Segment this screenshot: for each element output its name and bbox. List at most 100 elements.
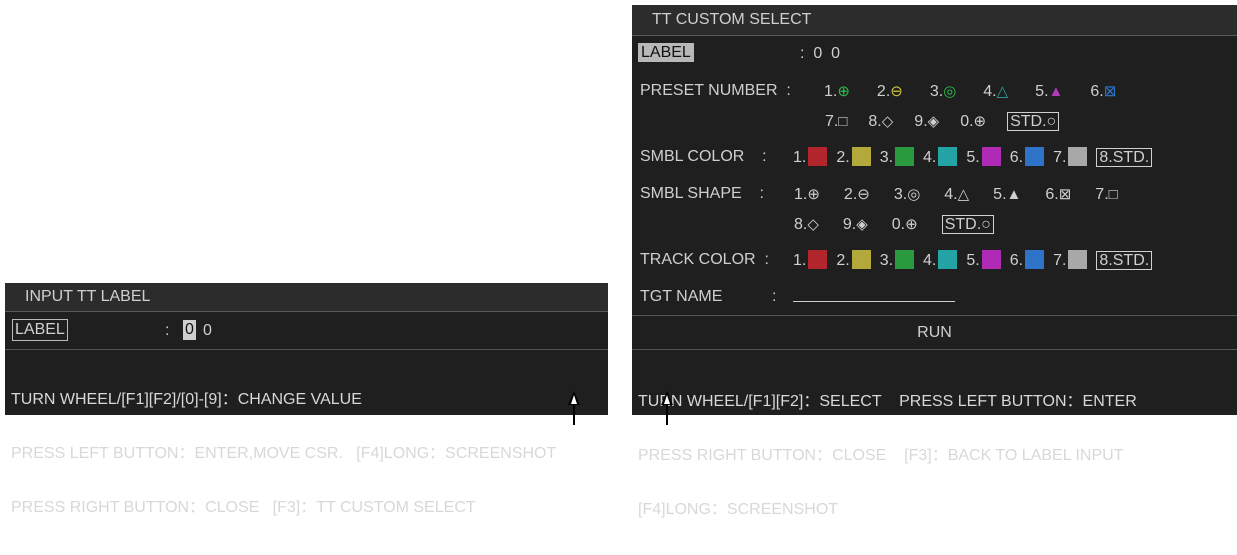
track-color-option[interactable]: 4. [923, 250, 958, 270]
label-digit-2[interactable]: 0 [203, 322, 212, 340]
preset-option[interactable]: 7.□ [825, 113, 847, 131]
color-swatch-icon [851, 147, 871, 166]
preset-std-option[interactable]: STD.○ [1007, 112, 1060, 131]
smbl-shape-option[interactable]: 6.⊠ [1045, 185, 1071, 204]
track-color-option-number: 3. [879, 252, 894, 269]
smbl-shape-option-number: 0. [891, 216, 906, 233]
label-digit-cursor[interactable]: 0 [183, 320, 196, 340]
track-color-option-number: 4. [923, 252, 937, 269]
help-line-2: PRESS LEFT BUTTON：ENTER,MOVE CSR. [F4]LO… [11, 445, 557, 462]
symbol-icon: ◎ [943, 83, 957, 100]
smbl-color-option[interactable]: 6. [1009, 147, 1045, 167]
smbl-shape-option-number: 6. [1045, 186, 1059, 203]
preset-option[interactable]: 5.▲ [1035, 83, 1063, 101]
run-label: RUN [917, 324, 952, 341]
color-swatch-icon [938, 147, 958, 166]
color-swatch-icon [895, 147, 915, 166]
preset-option-number: 9. [914, 113, 928, 130]
smbl-shape-option[interactable]: 3.◎ [894, 185, 920, 204]
input-tt-label-dialog: INPUT TT LABEL LABEL : 0 0 TURN WHEEL/[F… [5, 283, 608, 516]
smbl-color-option[interactable]: 4. [923, 147, 958, 167]
divider [5, 349, 608, 350]
smbl-shape-std-option[interactable]: STD.○ [941, 215, 994, 234]
label-row[interactable]: LABEL [638, 43, 694, 62]
dialog-title: INPUT TT LABEL [25, 288, 151, 305]
smbl-color-option[interactable]: 2. [836, 147, 871, 167]
smbl-shape-option[interactable]: 4.△ [944, 185, 969, 204]
preset-number-caption: PRESET NUMBER : [640, 82, 791, 99]
symbol-icon: ⊠ [1058, 186, 1072, 203]
preset-option[interactable]: 6.⊠ [1090, 82, 1116, 101]
tt-custom-select-dialog: TT CUSTOM SELECT LABEL : 0 0 PRESET NUMB… [632, 5, 1237, 518]
symbol-icon: ⊖ [890, 83, 903, 100]
color-swatch-icon [1025, 250, 1045, 269]
help-text: TURN WHEEL/[F1][F2]：SELECT PRESS LEFT BU… [638, 357, 1137, 555]
track-color-option[interactable]: 6. [1010, 250, 1045, 270]
symbol-icon: □ [1108, 186, 1118, 203]
smbl-shape-option[interactable]: 2.⊖ [844, 185, 870, 204]
track-color-std-option[interactable]: 8.STD. [1096, 251, 1153, 270]
smbl-shape-option[interactable]: 5.▲ [993, 186, 1021, 204]
symbol-icon: ⊕ [807, 186, 820, 203]
symbol-icon: ⊖ [857, 186, 870, 203]
smbl-shape-option[interactable]: 8.◇ [794, 215, 819, 234]
symbol-icon: △ [996, 83, 1009, 100]
preset-option[interactable]: 9.◈ [914, 112, 939, 131]
smbl-color-option-number: 1. [793, 149, 807, 166]
help-line-2: PRESS RIGHT BUTTON：CLOSE [F3]：BACK TO LA… [638, 447, 1124, 464]
color-swatch-icon [981, 147, 1001, 166]
smbl-color-options: 1. 2. 3. 4. 5. 6. 7. 8.STD. [793, 147, 1153, 167]
preset-option[interactable]: 8.◇ [868, 112, 893, 131]
color-swatch-icon [981, 250, 1001, 269]
smbl-shape-option[interactable]: 0.⊕ [892, 215, 918, 234]
smbl-shape-option-number: 8. [794, 216, 808, 233]
track-color-option[interactable]: 5. [966, 250, 1001, 270]
tgt-name-colon: : [772, 288, 777, 305]
arrow-head [661, 391, 673, 405]
preset-option-number: 7. [825, 113, 839, 130]
smbl-color-option[interactable]: 7. [1053, 147, 1088, 167]
track-color-option-number: 2. [836, 252, 850, 269]
smbl-shape-option[interactable]: 7.□ [1095, 186, 1117, 204]
preset-option-number: 4. [983, 83, 997, 100]
track-color-option[interactable]: 3. [879, 250, 915, 270]
smbl-color-option[interactable]: 1. [793, 147, 828, 167]
track-color-option[interactable]: 7. [1053, 250, 1088, 270]
track-color-option[interactable]: 1. [793, 250, 828, 270]
smbl-shape-option[interactable]: 1.⊕ [794, 185, 820, 204]
tgt-name-input[interactable] [793, 301, 955, 302]
label-digit-1: 0 [185, 321, 194, 338]
track-color-option-number: 1. [793, 252, 807, 269]
preset-option[interactable]: 4.△ [983, 82, 1008, 101]
preset-option[interactable]: 1.⊕ [824, 82, 850, 101]
dialog-title-bar: INPUT TT LABEL [5, 283, 608, 312]
color-swatch-icon [1068, 250, 1088, 269]
symbol-icon: ⊠ [1103, 83, 1117, 100]
symbol-icon: ◈ [927, 113, 940, 130]
smbl-shape-option-number: 7. [1095, 186, 1109, 203]
symbol-icon: ▲ [1006, 186, 1022, 203]
run-button[interactable]: RUN [632, 316, 1237, 349]
arrow-shaft [573, 405, 575, 425]
smbl-shape-option[interactable]: 9.◈ [843, 215, 868, 234]
smbl-color-option-number: 6. [1009, 149, 1024, 166]
smbl-shape-caption: SMBL SHAPE : [640, 185, 764, 202]
symbol-icon: ◎ [907, 186, 921, 203]
smbl-color-option[interactable]: 5. [966, 147, 1001, 167]
color-swatch-icon [895, 250, 915, 269]
smbl-color-option-number: 7. [1053, 149, 1067, 166]
preset-option-number: 6. [1090, 83, 1104, 100]
track-color-option[interactable]: 2. [836, 250, 871, 270]
smbl-shape-option-number: 3. [893, 186, 908, 203]
symbol-icon: ⊕ [905, 216, 918, 233]
dialog-title-bar: TT CUSTOM SELECT [632, 5, 1237, 36]
preset-option[interactable]: 0.⊕ [960, 112, 986, 131]
symbol-icon: ⊕ [837, 83, 850, 100]
smbl-color-std-option[interactable]: 8.STD. [1096, 148, 1153, 167]
smbl-color-option[interactable]: 3. [880, 147, 915, 167]
smbl-color-option-number: 4. [923, 149, 937, 166]
track-color-option-number: 7. [1053, 252, 1067, 269]
preset-option[interactable]: 3.◎ [930, 82, 956, 101]
help-line-3: [F4]LONG：SCREENSHOT [638, 501, 839, 518]
preset-option[interactable]: 2.⊖ [877, 82, 903, 101]
